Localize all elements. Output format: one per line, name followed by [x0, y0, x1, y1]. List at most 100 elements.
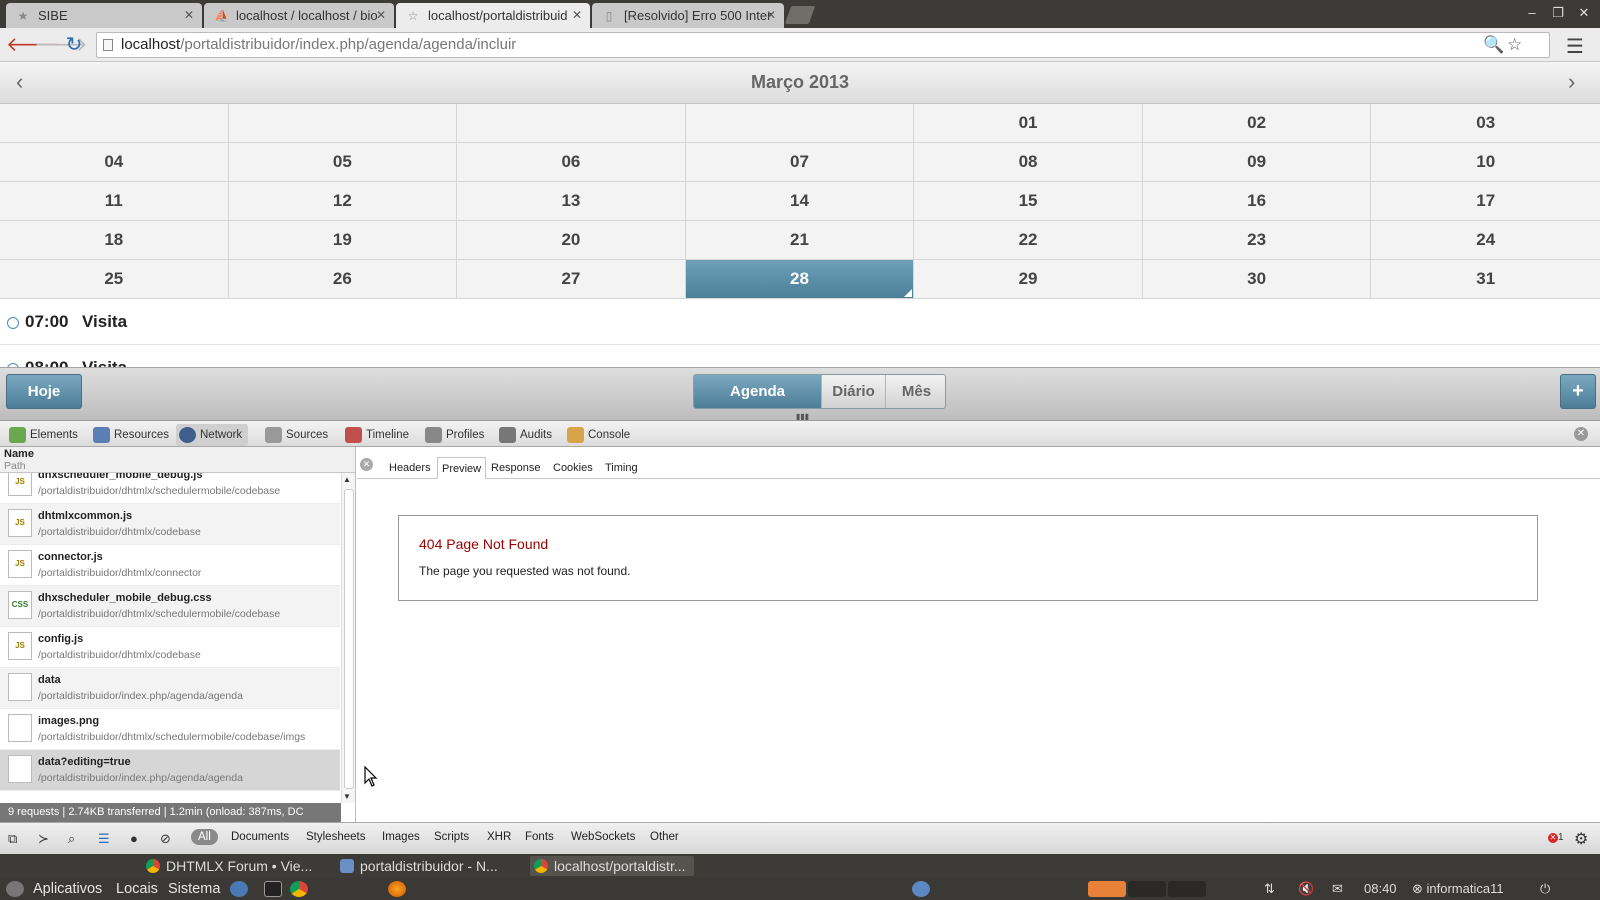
calendar-day[interactable]: 01: [914, 104, 1143, 143]
filter-documents[interactable]: Documents: [231, 831, 289, 843]
tab-timeline[interactable]: Timeline: [342, 424, 409, 446]
close-icon[interactable]: ✕: [184, 3, 194, 28]
back-icon[interactable]: 🡐: [6, 33, 60, 57]
tab-console[interactable]: Console: [564, 424, 630, 446]
calendar-day[interactable]: 30: [1142, 260, 1372, 299]
network-request-row[interactable]: JS connector.js/portaldistribuidor/dhtmlx…: [0, 545, 340, 586]
calendar-day[interactable]: 07: [685, 143, 915, 182]
list-view-icon[interactable]: ☰: [98, 831, 110, 847]
chrome-launcher-icon[interactable]: [290, 881, 308, 897]
calendar-day[interactable]: 20: [457, 221, 686, 260]
tab-network[interactable]: Network: [176, 424, 249, 446]
browser-tab[interactable]: ★ SIBE ✕: [6, 3, 202, 28]
calendar-day[interactable]: 18: [0, 221, 229, 260]
new-tab-button[interactable]: [784, 6, 816, 24]
menu-applications[interactable]: Aplicativos: [33, 880, 102, 898]
filter-stylesheets[interactable]: Stylesheets: [306, 831, 365, 843]
close-devtools-icon[interactable]: ✕: [1574, 427, 1588, 441]
close-window-icon[interactable]: ✕: [1574, 4, 1594, 22]
gear-icon[interactable]: ⚙: [1574, 829, 1588, 849]
terminal-icon[interactable]: [264, 881, 282, 897]
tab-resources[interactable]: Resources: [90, 424, 169, 446]
close-icon[interactable]: ✕: [572, 3, 582, 28]
filter-websockets[interactable]: WebSockets: [571, 831, 635, 843]
network-globe-icon[interactable]: [230, 881, 248, 897]
mail-icon[interactable]: ✉: [1332, 880, 1343, 898]
address-bar[interactable]: localhost/portaldistribuidor/index.php/a…: [96, 32, 1550, 58]
calendar-day[interactable]: 23: [1142, 221, 1372, 260]
calendar-day[interactable]: 22: [914, 221, 1143, 260]
calendar-day[interactable]: 19: [228, 221, 458, 260]
tab-profiles[interactable]: Profiles: [422, 424, 484, 446]
close-icon[interactable]: ✕: [766, 3, 776, 28]
calendar-day[interactable]: 15: [914, 182, 1143, 221]
tab-cookies[interactable]: Cookies: [549, 457, 597, 479]
calendar-day[interactable]: 14: [685, 182, 915, 221]
next-month-icon[interactable]: ›: [1568, 70, 1575, 94]
calendar-day[interactable]: 21: [685, 221, 915, 260]
network-list-header[interactable]: Name Path: [0, 447, 355, 473]
clear-icon[interactable]: ⊘: [160, 831, 171, 847]
tab-elements[interactable]: Elements: [6, 424, 78, 446]
window-button-active[interactable]: localhost/portaldistr...: [530, 856, 694, 876]
menu-system[interactable]: Sistema: [168, 880, 220, 898]
dock-icon[interactable]: ⧉: [8, 831, 17, 847]
bookmark-star-icon[interactable]: ☆: [1507, 35, 1522, 55]
calendar-day[interactable]: 02: [1142, 104, 1372, 143]
window-button[interactable]: portaldistribuidor - N...: [336, 856, 498, 876]
network-request-row[interactable]: data/portaldistribuidor/index.php/agenda…: [0, 668, 340, 709]
browser-tab[interactable]: ⛵ localhost / localhost / bio ✕: [204, 3, 394, 28]
search-icon[interactable]: ⌕: [68, 831, 75, 847]
add-event-button[interactable]: +: [1560, 374, 1596, 409]
calendar-day[interactable]: 06: [457, 143, 686, 182]
minimize-icon[interactable]: –: [1522, 4, 1542, 22]
window-button[interactable]: DHTMLX Forum • Vie...: [142, 856, 312, 876]
menu-places[interactable]: Locais: [116, 880, 158, 898]
calendar-day[interactable]: 05: [228, 143, 458, 182]
clock[interactable]: 08:40: [1364, 880, 1397, 898]
network-request-row[interactable]: CSS dhxscheduler_mobile_debug.css/portald…: [0, 586, 340, 627]
calendar-day[interactable]: 13: [457, 182, 686, 221]
filter-xhr[interactable]: XHR: [487, 831, 511, 843]
network-request-row[interactable]: JS config.js/portaldistribuidor/dhtmlx/co…: [0, 627, 340, 668]
calendar-day[interactable]: 03: [1371, 104, 1600, 143]
tab-timing[interactable]: Timing: [601, 457, 642, 479]
browser-tab[interactable]: ▯ [Resolvido] Erro 500 Inter ✕: [592, 3, 784, 28]
filter-images[interactable]: Images: [382, 831, 420, 843]
close-detail-icon[interactable]: ✕: [360, 458, 373, 471]
chrome-tray-icon[interactable]: [1088, 881, 1126, 897]
close-icon[interactable]: ✕: [376, 3, 386, 28]
calendar-day[interactable]: 17: [1371, 182, 1600, 221]
event-item[interactable]: 07:00 Visita: [0, 299, 1600, 345]
error-counter[interactable]: ✕ 1: [1548, 832, 1564, 843]
network-request-row[interactable]: JS dhtmlxcommon.js/portaldistribuidor/dht…: [0, 504, 340, 545]
filter-other[interactable]: Other: [650, 831, 679, 843]
filter-fonts[interactable]: Fonts: [525, 831, 554, 843]
reload-icon[interactable]: ↻: [62, 33, 86, 57]
calendar-day[interactable]: 04: [0, 143, 229, 182]
ubuntu-logo-icon[interactable]: [6, 881, 24, 897]
network-arrows-icon[interactable]: ⇅: [1264, 880, 1275, 898]
calendar-day[interactable]: 27: [457, 260, 686, 299]
scrollbar[interactable]: ▲ ▼: [341, 473, 355, 803]
calendar-day[interactable]: 16: [1142, 182, 1372, 221]
calendar-day[interactable]: 08: [914, 143, 1143, 182]
scroll-up-icon[interactable]: ▲: [343, 475, 351, 484]
menu-icon[interactable]: ☰: [1566, 34, 1584, 59]
filter-all[interactable]: All: [191, 829, 218, 845]
scrollbar-thumb[interactable]: [344, 489, 354, 789]
day-view-button[interactable]: Diário: [821, 375, 885, 408]
calendar-day[interactable]: 24: [1371, 221, 1600, 260]
record-icon[interactable]: ●: [130, 831, 138, 846]
calendar-day[interactable]: 10: [1371, 143, 1600, 182]
tab-preview[interactable]: Preview: [437, 457, 487, 479]
search-icon[interactable]: 🔍: [1483, 35, 1504, 55]
tab-audits[interactable]: Audits: [496, 424, 552, 446]
calendar-day[interactable]: 09: [1142, 143, 1372, 182]
tray-app-icon[interactable]: [912, 881, 930, 897]
console-toggle-icon[interactable]: ≻: [38, 831, 49, 847]
restore-icon[interactable]: ❐: [1548, 4, 1568, 22]
power-icon[interactable]: ⏻: [1540, 880, 1550, 898]
tab-response[interactable]: Response: [487, 457, 545, 479]
network-request-row[interactable]: images.png/portaldistribuidor/dhtmlx/sch…: [0, 709, 340, 750]
